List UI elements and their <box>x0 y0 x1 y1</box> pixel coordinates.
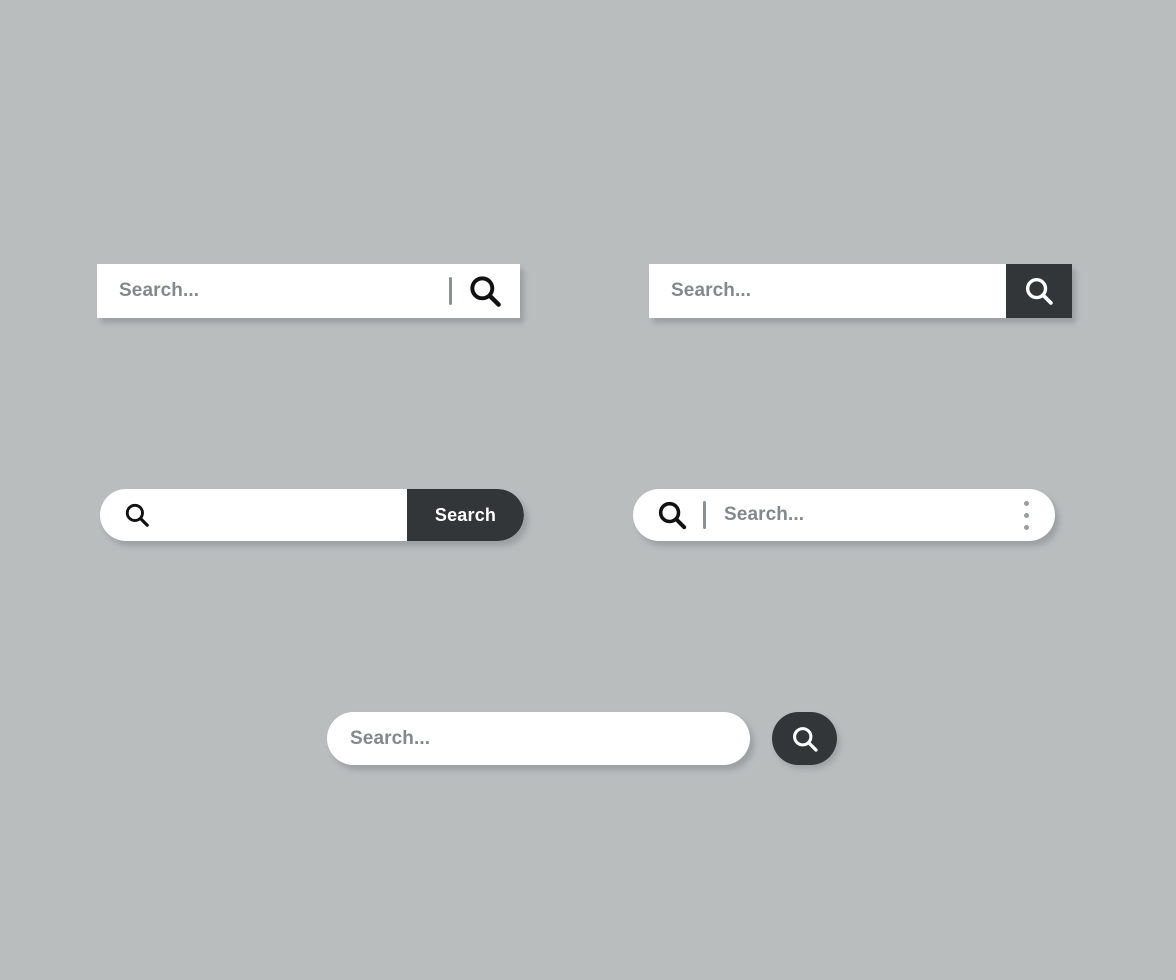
search-input-placeholder: Search... <box>671 280 752 301</box>
search-submit-button[interactable] <box>1006 264 1072 318</box>
search-button-label: Search <box>434 504 497 525</box>
search-input-placeholder: Search... <box>724 504 805 525</box>
search-bar-showcase: Search... Search... Search Search... Sea… <box>0 0 1176 980</box>
round-search-button[interactable] <box>772 712 837 765</box>
search-icon <box>792 726 818 752</box>
kebab-menu-icon[interactable] <box>1024 500 1029 530</box>
square-search-bar-inline-icon[interactable]: Search... <box>97 264 520 318</box>
search-submit-button[interactable]: Search <box>407 489 524 541</box>
search-input-field[interactable] <box>199 264 449 318</box>
divider <box>449 277 452 305</box>
search-icon[interactable] <box>655 498 689 532</box>
search-input-placeholder: Search... <box>350 727 431 749</box>
search-icon[interactable] <box>466 272 504 310</box>
pill-search-bar-with-text-button[interactable]: Search <box>100 489 524 541</box>
square-search-bar-with-button[interactable]: Search... <box>649 264 1072 318</box>
search-input-placeholder: Search... <box>119 280 200 301</box>
pill-search-bar-with-menu[interactable]: Search... <box>633 489 1055 541</box>
search-input-field[interactable] <box>804 489 1024 541</box>
search-input-field[interactable] <box>430 712 726 765</box>
search-input-field[interactable] <box>751 264 1006 318</box>
pill-search-bar-plain[interactable]: Search... <box>327 712 750 765</box>
divider <box>703 501 706 529</box>
search-icon <box>125 503 149 527</box>
search-input-field[interactable] <box>152 489 407 541</box>
search-icon <box>1025 277 1053 305</box>
